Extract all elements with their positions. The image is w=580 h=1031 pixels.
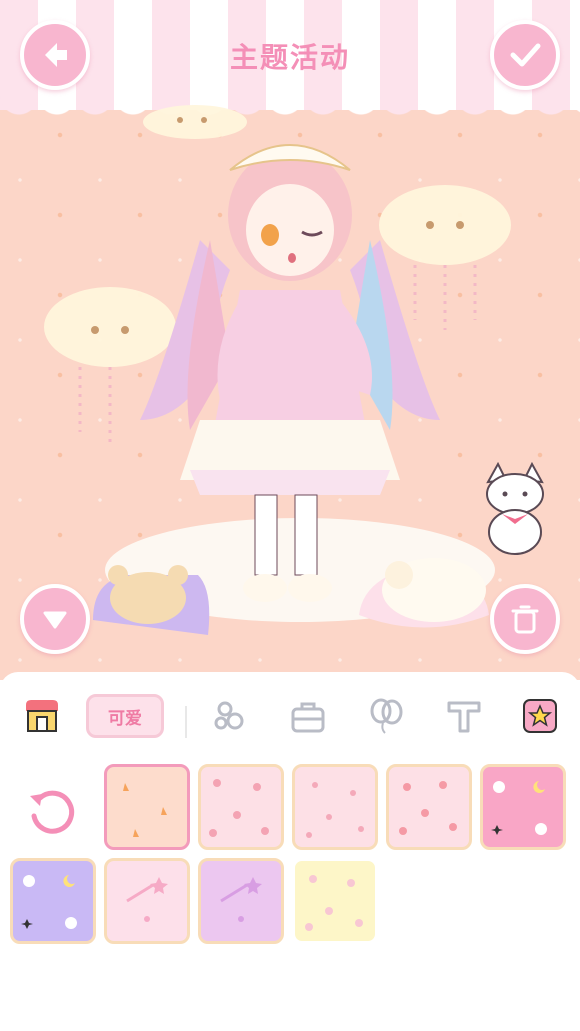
- swatch-cream-flowers[interactable]: [292, 858, 378, 944]
- bag-icon: [291, 702, 325, 733]
- flower-icon: [214, 701, 244, 730]
- checkmark-icon: [510, 43, 541, 67]
- shooting-star-pattern-icon: [126, 877, 168, 922]
- bunny-pattern-icon: [491, 781, 547, 835]
- bunny-pattern-icon: [21, 875, 77, 929]
- reset-button[interactable]: [22, 782, 80, 840]
- tab-divider: [185, 706, 187, 738]
- swatch-pink-peaches[interactable]: [386, 764, 472, 850]
- balloon-icon: [370, 698, 403, 734]
- background-grid: [0, 762, 580, 962]
- awning-scallops: [0, 96, 580, 116]
- swatch-peach-carrots[interactable]: [104, 764, 190, 850]
- delete-button[interactable]: [490, 584, 560, 654]
- collapse-button[interactable]: [20, 584, 90, 654]
- swatch-pink-shooting-stars[interactable]: [104, 858, 190, 944]
- sheep-pillow: [359, 558, 489, 628]
- star-badge-icon: [523, 699, 557, 733]
- category-tabbar: 可爱: [0, 684, 580, 746]
- tab-flower[interactable]: [210, 696, 250, 736]
- tab-cute[interactable]: 可爱: [86, 694, 164, 738]
- peach-pattern-icon: [399, 781, 457, 835]
- tab-balloon[interactable]: [366, 696, 406, 736]
- back-button[interactable]: [20, 20, 90, 90]
- tab-cute-label: 可爱: [108, 708, 142, 729]
- triangle-down-icon: [43, 611, 67, 629]
- dressup-scene: 主题活动: [0, 0, 580, 680]
- swatch-pink-dots[interactable]: [292, 764, 378, 850]
- flower-pattern-icon: [305, 875, 363, 931]
- white-cat: [486, 462, 544, 555]
- back-arrow-icon: [45, 43, 67, 67]
- swatch-lavender-bunnies[interactable]: [10, 858, 96, 944]
- swatch-hot-pink-bunnies[interactable]: [480, 764, 566, 850]
- tab-favorites[interactable]: [520, 696, 560, 736]
- shop-icon: [26, 700, 58, 732]
- carrot-pattern-icon: [123, 783, 167, 837]
- bear-pillow: [93, 565, 210, 635]
- dot-pattern-icon: [306, 782, 364, 838]
- swatch-pink-strawberries[interactable]: [198, 764, 284, 850]
- strawberry-pattern-icon: [209, 779, 269, 837]
- shooting-star-pattern-icon: [220, 877, 262, 922]
- confirm-button[interactable]: [490, 20, 560, 90]
- tab-shop[interactable]: [22, 696, 62, 736]
- trash-icon: [511, 605, 539, 634]
- reset-icon: [30, 790, 75, 834]
- tab-bag[interactable]: [288, 696, 328, 736]
- item-panel: 可爱: [0, 672, 580, 1031]
- text-icon: [447, 701, 481, 733]
- tab-text[interactable]: [444, 696, 484, 736]
- swatch-lilac-shooting-stars[interactable]: [198, 858, 284, 944]
